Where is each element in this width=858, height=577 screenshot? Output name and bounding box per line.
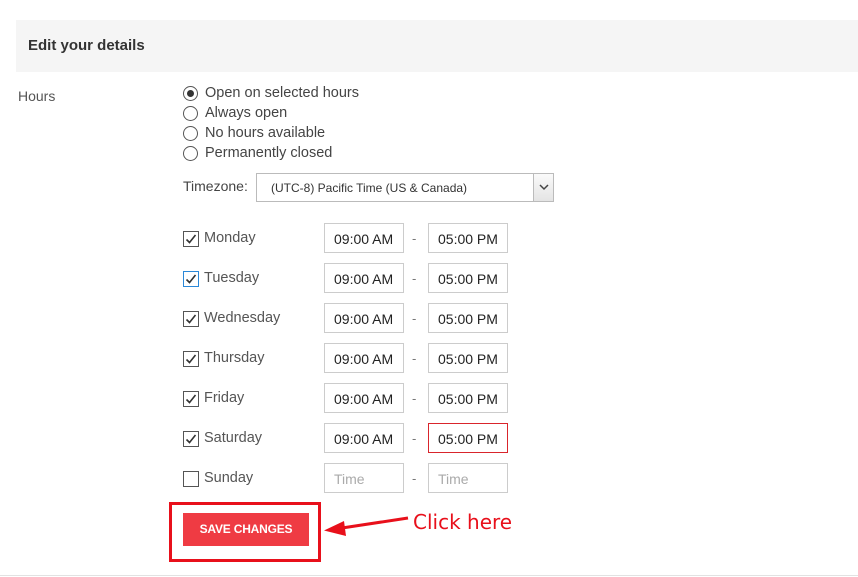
day-row-tuesday: Tuesday 09:00 AM - 05:00 PM [183,263,513,293]
radio-button[interactable] [183,85,198,101]
section-header: Edit your details [16,20,858,72]
time-separator: - [412,271,417,286]
day-label: Monday [204,230,256,246]
checkmark-icon [185,354,197,364]
timezone-value: (UTC-8) Pacific Time (US & Canada) [271,181,468,195]
start-time-input[interactable]: Time [324,463,404,493]
time-separator: - [412,311,417,326]
time-separator: - [412,431,417,446]
radio-label: Always open [205,105,288,121]
day-checkbox-thursday[interactable] [183,351,199,367]
radio-always-open[interactable]: Always open [183,103,359,123]
day-checkbox-saturday[interactable] [183,431,199,447]
hours-radio-group: Open on selected hours Always open No ho… [183,83,359,163]
dropdown-toggle[interactable] [533,174,553,201]
start-time-input[interactable]: 09:00 AM [324,343,404,373]
day-row-monday: Monday 09:00 AM - 05:00 PM [183,223,513,253]
day-label: Friday [204,390,245,406]
radio-button[interactable] [183,105,198,121]
checkmark-icon [185,314,197,324]
radio-label: Open on selected hours [205,85,359,101]
radio-permanently-closed[interactable]: Permanently closed [183,143,359,163]
start-time-input[interactable]: 09:00 AM [324,303,404,333]
radio-button[interactable] [183,145,198,161]
radio-open-selected-hours[interactable]: Open on selected hours [183,83,359,103]
end-time-input[interactable]: 05:00 PM [428,263,508,293]
start-time-input[interactable]: 09:00 AM [324,263,404,293]
day-checkbox-friday[interactable] [183,391,199,407]
day-label: Wednesday [204,310,281,326]
save-changes-button[interactable]: SAVE CHANGES [183,513,309,546]
end-time-input[interactable]: 05:00 PM [428,223,508,253]
end-time-input[interactable]: 05:00 PM [428,303,508,333]
end-time-input[interactable]: 05:00 PM [428,383,508,413]
divider [0,575,858,576]
checkmark-icon [185,394,197,404]
day-row-sunday: Sunday Time - Time [183,463,513,493]
arrow-left-icon [324,516,409,536]
time-separator: - [412,471,417,486]
day-row-thursday: Thursday 09:00 AM - 05:00 PM [183,343,513,373]
day-label: Thursday [204,350,265,366]
end-time-input[interactable]: Time [428,463,508,493]
day-checkbox-tuesday[interactable] [183,271,199,287]
radio-no-hours[interactable]: No hours available [183,123,359,143]
day-checkbox-monday[interactable] [183,231,199,247]
day-checkbox-wednesday[interactable] [183,311,199,327]
radio-label: No hours available [205,125,326,141]
hours-label: Hours [18,88,56,104]
annotation-text: Click here [413,510,513,534]
timezone-select[interactable]: (UTC-8) Pacific Time (US & Canada) [256,173,554,202]
checkmark-icon [185,234,197,244]
start-time-input[interactable]: 09:00 AM [324,383,404,413]
day-checkbox-sunday[interactable] [183,471,199,487]
end-time-input[interactable]: 05:00 PM [428,423,508,453]
day-label: Saturday [204,430,263,446]
time-separator: - [412,231,417,246]
chevron-down-icon [539,184,549,191]
start-time-input[interactable]: 09:00 AM [324,223,404,253]
radio-label: Permanently closed [205,145,333,161]
day-row-wednesday: Wednesday 09:00 AM - 05:00 PM [183,303,513,333]
radio-button[interactable] [183,125,198,141]
end-time-input[interactable]: 05:00 PM [428,343,508,373]
checkmark-icon [185,434,197,444]
day-row-saturday: Saturday 09:00 AM - 05:00 PM [183,423,513,453]
day-row-friday: Friday 09:00 AM - 05:00 PM [183,383,513,413]
day-label: Sunday [204,470,254,486]
timezone-label: Timezone: [183,178,248,194]
start-time-input[interactable]: 09:00 AM [324,423,404,453]
section-title: Edit your details [28,37,145,54]
day-label: Tuesday [204,270,260,286]
time-separator: - [412,351,417,366]
time-separator: - [412,391,417,406]
checkmark-icon [185,274,197,284]
